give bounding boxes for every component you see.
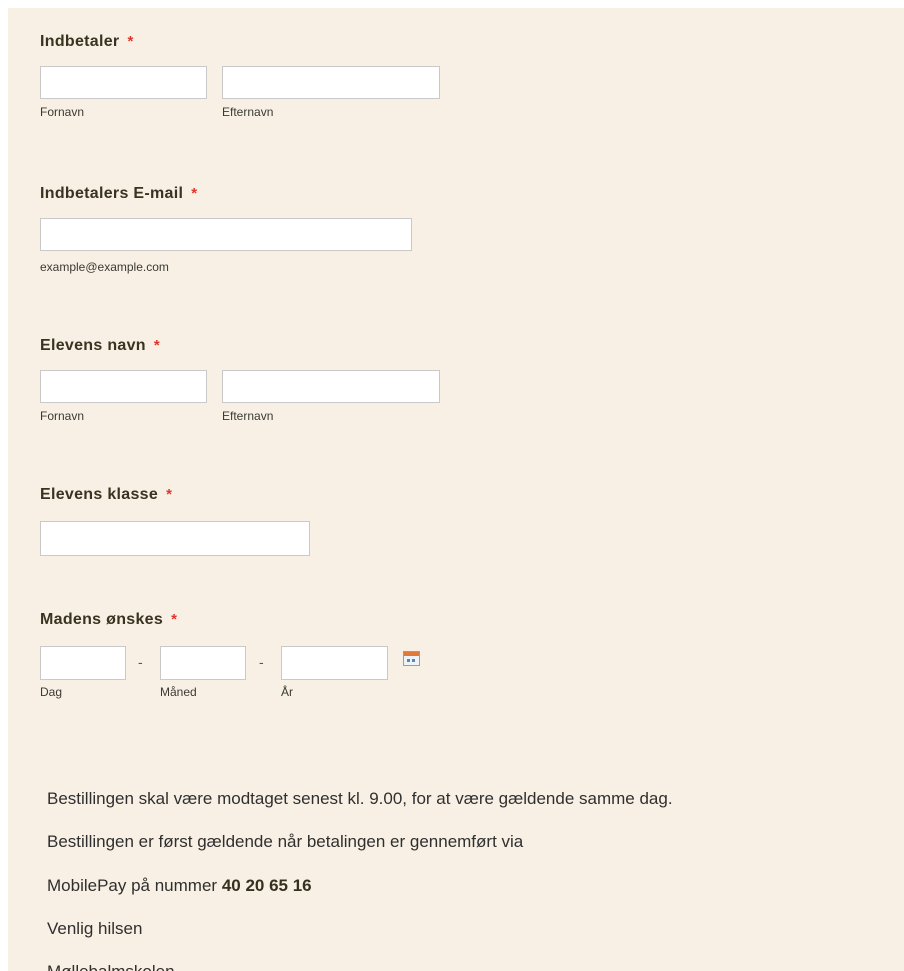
student-name-label-text: Elevens navn bbox=[40, 337, 146, 354]
order-form: Indbetaler * Fornavn Efternavn Indbetaler… bbox=[8, 8, 904, 971]
deadline-text: Bestillingen skal være modtaget senest k… bbox=[47, 789, 673, 808]
date-separator: - bbox=[259, 654, 264, 670]
student-class-input[interactable] bbox=[40, 521, 310, 556]
year-input[interactable] bbox=[281, 646, 388, 680]
payer-email-input[interactable] bbox=[40, 218, 412, 251]
month-input[interactable] bbox=[160, 646, 246, 680]
required-mark: * bbox=[191, 185, 198, 202]
required-mark: * bbox=[166, 486, 173, 503]
calendar-icon-day bbox=[412, 659, 415, 662]
payer-label: Indbetaler * bbox=[40, 33, 134, 51]
payer-first-name-sublabel: Fornavn bbox=[40, 105, 85, 119]
student-class-label: Elevens klasse * bbox=[40, 486, 172, 504]
required-mark: * bbox=[127, 33, 134, 50]
day-sublabel: Dag bbox=[40, 685, 63, 699]
calendar-icon[interactable] bbox=[403, 651, 420, 666]
payer-email-label: Indbetalers E-mail * bbox=[40, 185, 197, 203]
calendar-icon-header bbox=[404, 652, 419, 656]
required-mark: * bbox=[153, 337, 161, 354]
day-input[interactable] bbox=[40, 646, 126, 680]
payment-text: Bestillingen er først gældende når betal… bbox=[47, 832, 524, 851]
year-sublabel: År bbox=[281, 685, 293, 699]
month-sublabel: Måned bbox=[160, 685, 197, 699]
student-first-name-input[interactable] bbox=[40, 370, 207, 403]
date-separator: - bbox=[138, 654, 143, 670]
payer-email-label-text: Indbetalers E-mail bbox=[40, 185, 184, 202]
required-mark: * bbox=[171, 611, 178, 628]
food-date-label: Madens ønskes * bbox=[40, 611, 177, 629]
payer-last-name-sublabel: Efternavn bbox=[222, 105, 274, 119]
mobilepay-number: 40 20 65 16 bbox=[221, 876, 312, 895]
mobilepay-prefix: MobilePay på nummer bbox=[47, 876, 222, 895]
student-first-name-sublabel: Fornavn bbox=[40, 409, 85, 423]
student-last-name-sublabel: Efternavn bbox=[222, 409, 274, 423]
mobilepay-text: MobilePay på nummer 40 20 65 16 bbox=[47, 876, 312, 896]
food-date-label-text: Madens ønskes bbox=[40, 611, 164, 628]
calendar-icon-day bbox=[407, 659, 410, 662]
signature-text: Møllebalmskolen bbox=[47, 962, 175, 971]
student-last-name-input[interactable] bbox=[222, 370, 440, 403]
greeting-text: Venlig hilsen bbox=[47, 919, 143, 938]
payer-first-name-input[interactable] bbox=[40, 66, 207, 99]
payer-label-text: Indbetaler bbox=[40, 33, 120, 50]
payer-last-name-input[interactable] bbox=[222, 66, 440, 99]
student-class-label-text: Elevens klasse bbox=[40, 486, 159, 503]
payer-email-sublabel: example@example.com bbox=[40, 260, 169, 274]
student-name-label: Elevens navn * bbox=[40, 337, 160, 355]
